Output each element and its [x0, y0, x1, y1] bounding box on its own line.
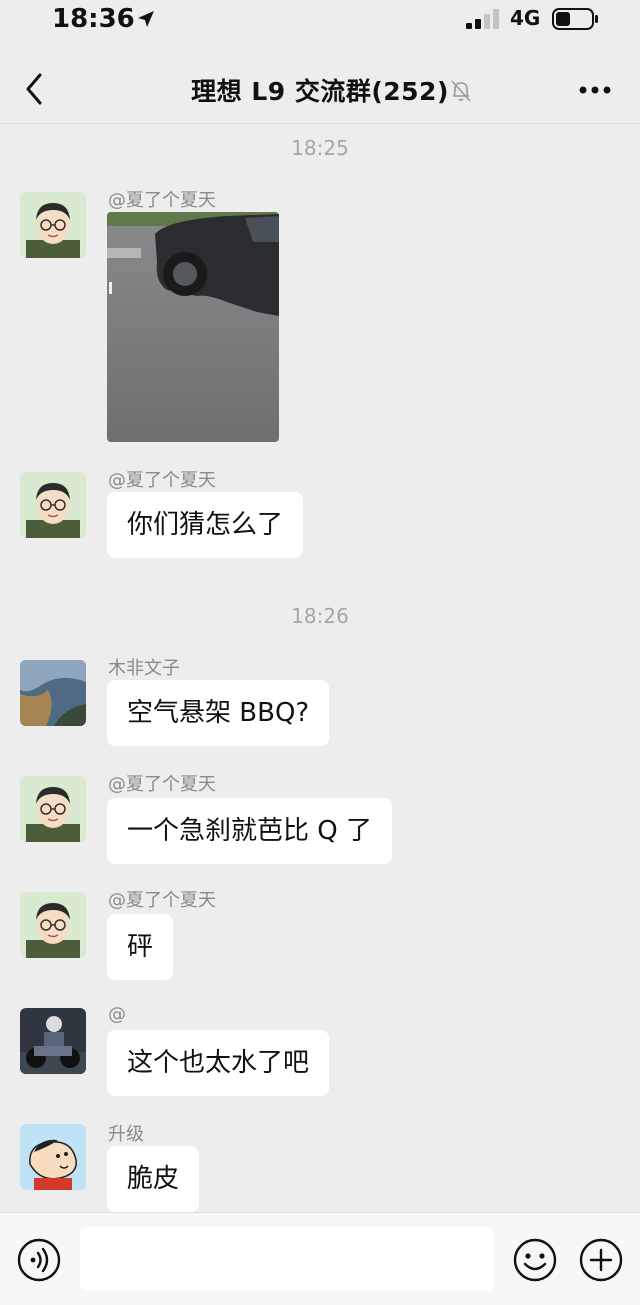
sender-name: @夏了个夏天 [108, 774, 216, 795]
message-input[interactable] [80, 1227, 494, 1291]
cartoon-man-avatar-icon [20, 472, 86, 538]
message-bubble[interactable]: 砰 [107, 914, 174, 980]
message-timestamp: 18:26 [291, 604, 349, 628]
sender-name: @夏了个夏天 [108, 470, 216, 491]
cartoon-boy-avatar-icon [20, 1124, 86, 1190]
avatar[interactable] [20, 192, 86, 258]
sender-name: 升级 [108, 1124, 144, 1145]
avatar[interactable] [20, 1124, 86, 1190]
status-time: 18:36 [52, 4, 135, 34]
message-bubble[interactable]: 脆皮 [107, 1146, 200, 1212]
chat-input-bar [0, 1212, 640, 1305]
message-bubble[interactable]: 这个也太水了吧 [107, 1030, 330, 1096]
message-bubble[interactable]: 你们猜怎么了 [107, 492, 304, 558]
message-bubble[interactable]: 空气悬架 BBQ? [107, 680, 330, 746]
avatar[interactable] [20, 892, 86, 958]
landscape-avatar-icon [20, 660, 86, 726]
chat-header: 理想 L9 交流群(252) [0, 52, 640, 124]
plus-more-icon[interactable] [578, 1237, 624, 1283]
cartoon-man-avatar-icon [20, 192, 86, 258]
voice-input-icon[interactable] [16, 1237, 62, 1283]
sender-name: 木非文子 [108, 658, 180, 679]
sender-name: @ [108, 1004, 126, 1025]
sender-name: @夏了个夏天 [108, 190, 216, 211]
avatar[interactable] [20, 660, 86, 726]
location-arrow-icon [138, 11, 154, 27]
avatar[interactable] [20, 1008, 86, 1074]
sender-name: @夏了个夏天 [108, 890, 216, 911]
cartoon-man-avatar-icon [20, 776, 86, 842]
avatar[interactable] [20, 776, 86, 842]
shared-car-photo[interactable] [107, 212, 279, 442]
motorcycle-rider-avatar-icon [20, 1008, 86, 1074]
more-options-icon[interactable] [578, 84, 612, 96]
message-timestamp: 18:25 [291, 136, 349, 160]
cellular-signal-icon [466, 9, 499, 29]
emoji-icon[interactable] [512, 1237, 558, 1283]
avatar[interactable] [20, 472, 86, 538]
chat-title: 理想 L9 交流群(252) [191, 77, 449, 106]
car-photo-image [107, 212, 279, 442]
message-bubble[interactable]: 一个急刹就芭比 Q 了 [107, 798, 392, 864]
status-bar: 18:36 4G [0, 0, 640, 40]
network-type: 4G [510, 6, 541, 30]
cartoon-man-avatar-icon [20, 892, 86, 958]
battery-icon [552, 8, 598, 30]
mute-bell-icon [451, 80, 471, 102]
